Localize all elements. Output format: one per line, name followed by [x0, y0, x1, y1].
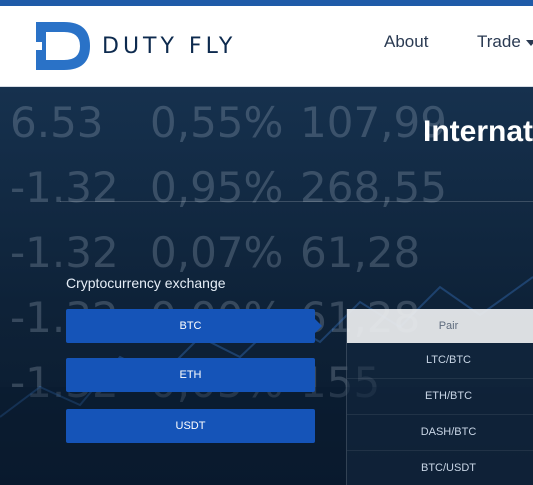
pair-row[interactable]: DASH/BTC: [347, 415, 533, 451]
background-ticker-digit: 0,95%: [150, 163, 283, 212]
pairs-header: Pair: [347, 309, 533, 343]
hero-section: 6.53 0,55% 107,99 -1.32 0,95% 268,55 -1.32 0,07…: [0, 87, 533, 485]
site-header: DUTY FLY About Trade: [0, 6, 533, 87]
exchange-eth-button[interactable]: ETH: [66, 358, 315, 392]
background-ticker-digit: 0,07%: [150, 228, 283, 277]
background-ticker-digit: -1.32: [10, 228, 119, 277]
pairs-table: Pair LTC/BTC ETH/BTC DASH/BTC BTC/USDT: [346, 309, 533, 485]
background-ticker-digit: 268,55: [300, 163, 447, 212]
site-logo[interactable]: DUTY FLY: [34, 20, 234, 72]
chevron-down-icon[interactable]: [526, 40, 533, 46]
brand-name: DUTY FLY: [102, 34, 237, 59]
pair-row[interactable]: LTC/BTC: [347, 343, 533, 379]
background-ticker-digit: -1.32: [10, 163, 119, 212]
hero-title: Internatio: [423, 115, 533, 148]
pair-row[interactable]: ETH/BTC: [347, 379, 533, 415]
nav-about[interactable]: About: [384, 32, 428, 52]
exchange-usdt-button[interactable]: USDT: [66, 409, 315, 443]
background-ticker-digit: 6.53: [10, 98, 104, 147]
logo-mark-icon: [34, 22, 90, 70]
pair-row[interactable]: BTC/USDT: [347, 451, 533, 485]
nav-trade[interactable]: Trade: [477, 32, 521, 52]
background-ticker-digit: 0,55%: [150, 98, 283, 147]
background-ticker-digit: 61,28: [300, 228, 420, 277]
exchange-btc-button[interactable]: BTC: [66, 309, 322, 343]
hero-divider: [60, 201, 533, 202]
section-label: Cryptocurrency exchange: [66, 275, 226, 291]
